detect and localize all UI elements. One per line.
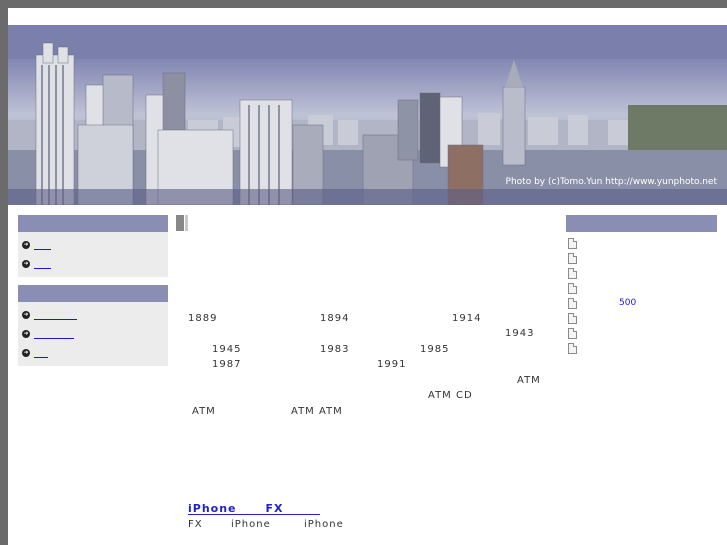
post-summary-iphone-1: iPhone [231,519,271,530]
sidebar-item-2[interactable]: ➜ [18,254,168,273]
post-summary-iphone-2: iPhone [304,519,344,530]
year-1914: 1914 [452,313,482,324]
sidebar-box: ➜ ➜ [18,232,168,277]
recent-posts-list: 500 [566,232,717,357]
list-item[interactable] [566,312,717,327]
list-item[interactable] [566,252,717,267]
document-icon [568,328,577,339]
sidebar-item-5[interactable]: ➜ [18,343,168,362]
year-1889: 1889 [188,313,218,324]
arrow-circle-icon: ➜ [22,348,30,357]
year-1985: 1985 [420,344,450,355]
right-sidebar: 500 [566,215,717,357]
sidebar-box-header [18,215,168,232]
document-icon [568,298,577,309]
year-1943: 1943 [505,328,535,339]
list-item[interactable] [566,342,717,357]
year-1991: 1991 [377,359,407,370]
header-banner: Photo by (c)Tomo.Yun http://www.yunphoto… [8,25,727,205]
year-1987: 1987 [212,359,242,370]
text-atm-atm: ATM ATM [291,406,343,417]
year-1983: 1983 [320,344,350,355]
page: Photo by (c)Tomo.Yun http://www.yunphoto… [8,8,727,545]
sidebar-link-1[interactable] [34,248,51,250]
left-sidebar: ➜ ➜ ➜ ➜ ➜ [18,215,168,366]
document-icon [568,268,577,279]
sidebar-item-4[interactable]: ➜ [18,324,168,343]
document-icon [568,343,577,354]
right-box-header [566,215,717,232]
sidebar-link-3[interactable] [34,318,77,320]
top-band [8,8,727,25]
text-atm-2: ATM [192,406,216,417]
list-item[interactable] [566,267,717,282]
sidebar-link-4[interactable] [34,337,74,339]
list-item[interactable] [566,282,717,297]
post-title-underline [188,514,320,515]
sidebar-item-3[interactable]: ➜ [18,305,168,324]
sidebar-link-2[interactable] [34,267,51,269]
sidebar-link-5[interactable] [34,356,48,358]
document-icon [568,253,577,264]
banner-bottom-strip [8,189,727,205]
sidebar-box-header [18,285,168,302]
list-item[interactable]: 500 [566,297,717,312]
list-item[interactable] [566,327,717,342]
year-1894: 1894 [320,313,350,324]
sidebar-item-1[interactable]: ➜ [18,235,168,254]
post-summary-fx: FX [188,519,203,530]
arrow-circle-icon: ➜ [22,240,30,249]
arrow-circle-icon: ➜ [22,310,30,319]
post-link-500[interactable]: 500 [619,298,636,308]
document-icon [568,313,577,324]
sidebar-box: ➜ ➜ ➜ [18,302,168,366]
photo-credit: Photo by (c)Tomo.Yun http://www.yunphoto… [505,177,717,187]
text-atm-cd: ATM CD [428,390,473,401]
year-1945: 1945 [212,344,242,355]
text-atm: ATM [517,375,541,386]
arrow-circle-icon: ➜ [22,259,30,268]
document-icon [568,238,577,249]
document-icon [568,283,577,294]
list-item[interactable] [566,237,717,252]
arrow-circle-icon: ➜ [22,329,30,338]
heading-marker [176,215,188,231]
